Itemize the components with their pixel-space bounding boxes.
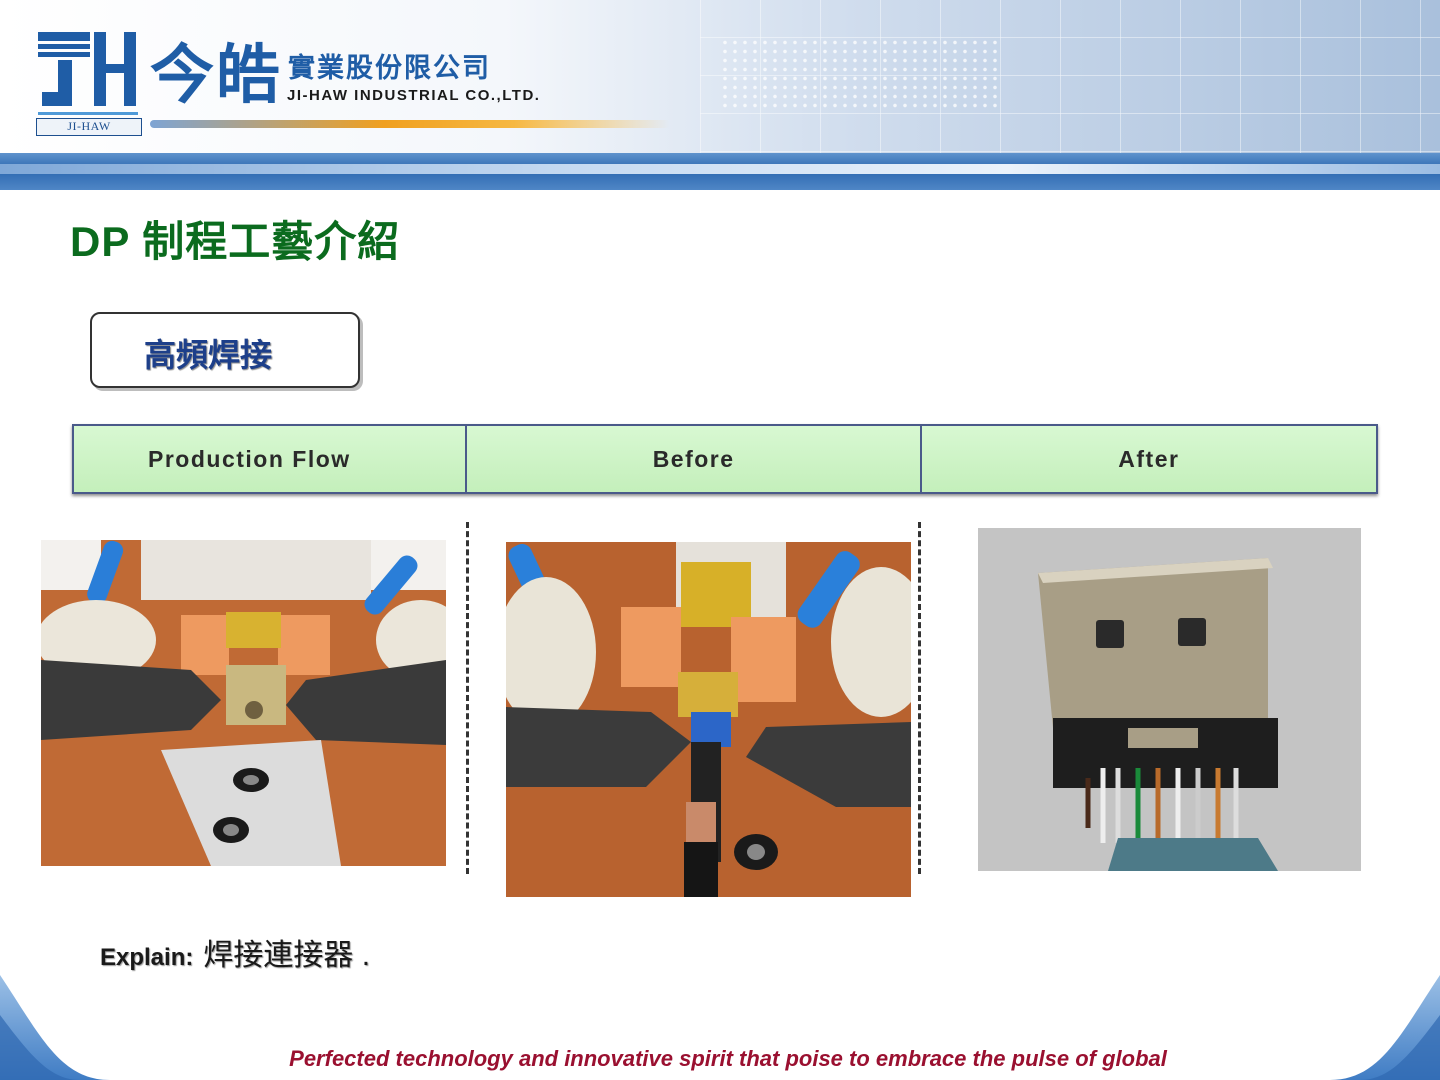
company-logo-icon bbox=[38, 32, 138, 115]
flow-header-before: Before bbox=[467, 426, 922, 492]
photo-welding-fixture-with-cable bbox=[506, 542, 911, 897]
flow-header-after: After bbox=[921, 426, 1376, 492]
company-name-cn-sub: 實業股份限公司 bbox=[288, 53, 491, 83]
flow-table-header: Production Flow Before After bbox=[72, 424, 1378, 494]
flow-header-production-flow: Production Flow bbox=[74, 426, 468, 492]
process-label-box: 高頻焊接 bbox=[90, 312, 360, 388]
photo-dp-connector-welded bbox=[978, 528, 1361, 871]
logo-subtext: JI-HAW bbox=[36, 118, 142, 136]
dashed-divider bbox=[466, 522, 469, 874]
company-name-en: JI-HAW INDUSTRIAL CO.,LTD. bbox=[287, 87, 541, 104]
banner-light-stripe bbox=[0, 164, 1440, 174]
process-label: 高頻焊接 bbox=[144, 337, 273, 373]
photo-welding-fixture bbox=[41, 540, 446, 866]
dashed-divider bbox=[918, 522, 921, 874]
header-banner: JI-HAW 今皓 實業股份限公司 JI-HAW INDUSTRIAL CO.,… bbox=[0, 0, 1440, 190]
banner-dots-decoration bbox=[720, 38, 1000, 108]
footer-slogan: Perfected technology and innovative spir… bbox=[289, 1046, 1167, 1071]
logo-underline bbox=[150, 120, 670, 128]
page-title: DP 制程工藝介紹 bbox=[70, 218, 401, 265]
company-name-cn-main: 今皓 bbox=[150, 39, 282, 111]
